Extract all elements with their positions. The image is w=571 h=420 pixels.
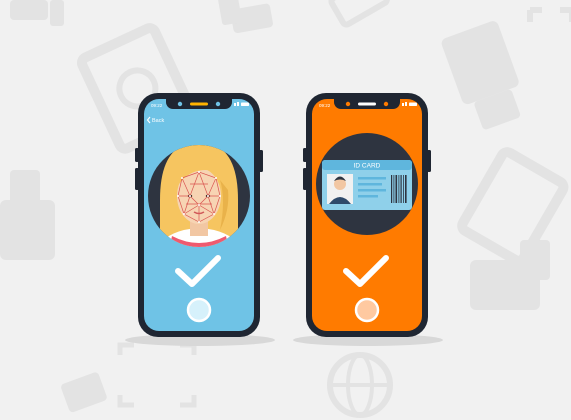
hand-stamp-icon xyxy=(470,240,550,310)
home-button-icon[interactable] xyxy=(354,297,380,323)
camera-icon xyxy=(345,101,351,107)
hand-stamp-icon xyxy=(441,21,521,130)
hand-stamp-icon xyxy=(0,170,55,260)
sensor-icon xyxy=(383,101,389,107)
camera-icon xyxy=(177,101,183,107)
speaker-grill xyxy=(358,102,376,106)
status-time: 09:22 xyxy=(319,103,331,108)
sensor-icon xyxy=(215,101,221,107)
hand-stamp-icon xyxy=(61,372,107,413)
face-scan-pattern-icon xyxy=(117,342,197,408)
globe-icon xyxy=(327,352,393,418)
hand-stamp-icon xyxy=(217,0,273,34)
speaker-grill xyxy=(190,102,208,106)
status-time: 09:22 xyxy=(151,103,163,108)
background-pattern xyxy=(0,0,571,418)
illustration: 09:22 Back 09:22 ID CARD xyxy=(0,0,571,418)
phone-right: 09:22 ID CARD xyxy=(303,93,431,337)
phone-left: 09:22 Back xyxy=(135,93,263,337)
face-scan-pattern-icon xyxy=(527,7,571,22)
hand-stamp-icon xyxy=(10,0,64,26)
home-button-icon[interactable] xyxy=(186,297,212,323)
id-card-icon: ID CARD xyxy=(316,133,418,235)
passport-icon xyxy=(328,0,390,28)
id-card-title: ID CARD xyxy=(354,163,381,170)
verification-scene: 09:22 Back 09:22 ID CARD xyxy=(0,0,571,420)
back-label: Back xyxy=(152,118,164,124)
